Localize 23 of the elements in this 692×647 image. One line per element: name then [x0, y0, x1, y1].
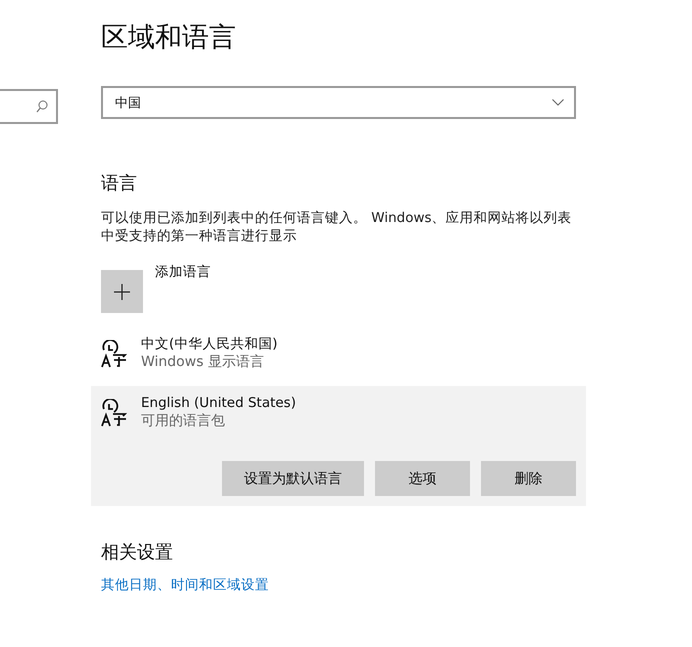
settings-link[interactable]: 其他日期、时间和区域设置: [101, 576, 269, 594]
page-title: 区域和语言: [101, 21, 237, 55]
language-name: 中文(中华人民共和国): [141, 335, 278, 353]
search-icon: [36, 100, 48, 113]
action-button[interactable]: 设置为默认语言: [222, 461, 364, 496]
region-dropdown[interactable]: 中国: [101, 86, 576, 119]
language-status: 可用的语言包: [141, 412, 226, 431]
add-button[interactable]: [101, 270, 143, 313]
description-text: 可以使用已添加到列表中的任何语言键入。 Windows、应用和网站将以列表中受支持的第一种语言进行显示: [101, 209, 573, 245]
language-item[interactable]: English (United States) 可用的语言包 设置为默认语言 选项 删除: [91, 386, 586, 506]
action-button[interactable]: 删除: [481, 461, 576, 496]
language-icon: [101, 398, 127, 426]
plus-icon: [114, 284, 130, 300]
language-icon: [101, 340, 127, 368]
search-field[interactable]: [0, 89, 58, 124]
section-heading: 语言: [101, 172, 138, 196]
chevron-down-icon: [552, 99, 564, 106]
language-item[interactable]: 中文(中华人民共和国) Windows 显示语言: [91, 327, 586, 380]
section-heading: 相关设置: [101, 541, 174, 565]
add-language-label[interactable]: 添加语言: [155, 262, 211, 282]
action-button[interactable]: 选项: [375, 461, 470, 496]
language-status: Windows 显示语言: [141, 353, 265, 372]
language-name: English (United States): [141, 394, 296, 412]
